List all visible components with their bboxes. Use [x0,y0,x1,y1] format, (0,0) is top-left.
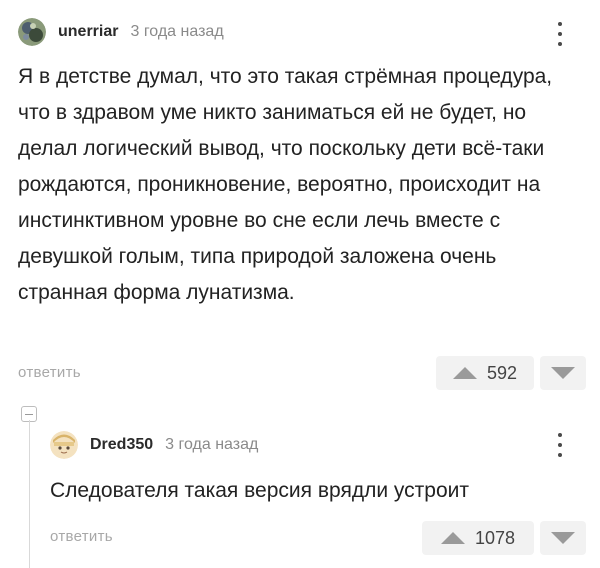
downvote-button[interactable] [540,521,586,555]
more-options-icon[interactable] [550,433,570,457]
comment: unerriar 3 года назад Я в детстве думал,… [0,0,600,395]
arrow-up-icon [440,532,465,544]
upvote-button[interactable]: 592 [436,356,534,390]
rating-count: 592 [486,362,518,383]
comment-time: 3 года назад [165,436,259,453]
comment-text: Следователя такая версия врядли устроит [50,479,469,502]
arrow-down-icon [551,532,575,544]
vote-controls: 1078 [422,521,586,555]
arrow-down-icon [551,367,575,379]
thread-line[interactable] [29,420,30,568]
rating-count: 1078 [474,527,516,548]
comment-header: unerriar 3 года назад [18,18,224,46]
comment-header: Dred350 3 года назад [50,431,258,459]
vote-controls: 592 [436,356,586,390]
more-options-icon[interactable] [550,22,570,46]
username[interactable]: unerriar [58,23,118,41]
abstract-avatar-icon [18,18,46,46]
avatar[interactable] [18,18,46,46]
avatar[interactable] [50,431,78,459]
reply-button[interactable]: ответить [50,528,113,545]
reply-button[interactable]: ответить [18,364,81,381]
arrow-up-icon [452,367,477,379]
downvote-button[interactable] [540,356,586,390]
comment-text: Я в детстве думал, что это такая стрёмна… [18,65,553,304]
username[interactable]: Dred350 [90,436,153,454]
comment-time: 3 года назад [130,23,224,40]
anime-avatar-icon [50,431,78,459]
upvote-button[interactable]: 1078 [422,521,534,555]
